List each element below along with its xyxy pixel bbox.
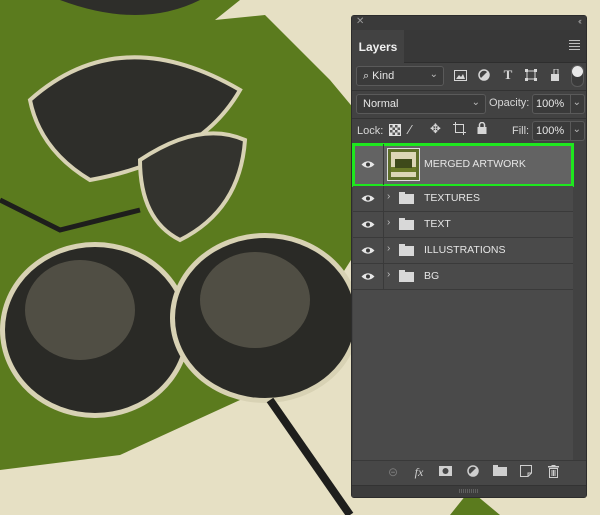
layer-name: TEXT bbox=[424, 218, 451, 230]
visibility-eye-icon[interactable] bbox=[353, 186, 384, 211]
chevron-down-icon: ⌄ bbox=[429, 69, 438, 80]
layers-panel: ✕ ‹‹ Layers ⌕ Kind ⌄ T Normal ⌄ Opacity:… bbox=[351, 15, 587, 498]
layers-scrollbar[interactable] bbox=[573, 144, 585, 462]
blend-mode-dropdown[interactable]: Normal ⌄ bbox=[356, 94, 486, 114]
visibility-eye-icon[interactable] bbox=[353, 212, 384, 237]
new-adjustment-layer-icon[interactable] bbox=[465, 465, 481, 480]
close-icon[interactable]: ✕ bbox=[356, 16, 364, 27]
folder-icon bbox=[399, 270, 414, 282]
fill-chevron-icon[interactable]: ⌄ bbox=[573, 124, 581, 135]
visibility-eye-icon[interactable] bbox=[353, 238, 384, 263]
layer-name: TEXTURES bbox=[424, 192, 481, 204]
adjustment-filter-icon[interactable] bbox=[477, 68, 491, 82]
layer-bg[interactable]: › BG bbox=[353, 264, 573, 290]
smart-object-thumbnail bbox=[387, 148, 420, 181]
expand-chevron-icon[interactable]: › bbox=[387, 191, 390, 202]
chevron-down-icon: ⌄ bbox=[471, 97, 480, 108]
layers-list: MERGED ARTWORK › TEXTURES › TEXT › ILLUS… bbox=[352, 143, 574, 290]
image-filter-icon[interactable] bbox=[453, 68, 467, 82]
panel-resize-grip[interactable] bbox=[352, 485, 586, 497]
folder-icon bbox=[399, 218, 414, 230]
tab-layers[interactable]: Layers bbox=[352, 30, 404, 63]
shape-filter-icon[interactable] bbox=[524, 68, 538, 82]
blend-mode-value: Normal bbox=[363, 98, 399, 110]
visibility-eye-icon[interactable] bbox=[353, 264, 384, 289]
fill-field[interactable]: 100% ⌄ bbox=[532, 121, 585, 141]
folder-icon bbox=[399, 244, 414, 256]
fill-value: 100% bbox=[536, 125, 565, 137]
collapse-double-chevron-icon[interactable]: ‹‹ bbox=[578, 16, 582, 26]
trash-icon[interactable] bbox=[545, 465, 561, 481]
panel-footer: ⊝ fx bbox=[352, 460, 586, 485]
opacity-label: Opacity: bbox=[489, 97, 530, 109]
lock-label: Lock: bbox=[357, 125, 384, 137]
filter-kind-value: Kind bbox=[372, 70, 395, 82]
expand-chevron-icon[interactable]: › bbox=[387, 243, 390, 254]
lock-artboard-icon[interactable] bbox=[453, 122, 466, 138]
expand-chevron-icon[interactable]: › bbox=[387, 217, 390, 228]
lock-image-pixels-icon[interactable]: ⁄ bbox=[409, 122, 411, 137]
panel-titlebar[interactable]: ✕ ‹‹ bbox=[352, 16, 586, 30]
layer-illustrations[interactable]: › ILLUSTRATIONS bbox=[353, 238, 573, 264]
opacity-value: 100% bbox=[536, 98, 565, 110]
fill-label: Fill: bbox=[512, 125, 530, 137]
layer-textures[interactable]: › TEXTURES bbox=[353, 186, 573, 212]
divider bbox=[352, 118, 586, 119]
panel-tabs: Layers bbox=[352, 30, 586, 63]
panel-menu-icon[interactable] bbox=[569, 40, 580, 52]
new-group-icon[interactable] bbox=[492, 465, 508, 479]
visibility-eye-icon[interactable] bbox=[353, 144, 384, 185]
layer-name: BG bbox=[424, 270, 440, 282]
type-filter-icon[interactable]: T bbox=[501, 67, 515, 82]
lock-position-icon[interactable]: ✥ bbox=[430, 121, 441, 137]
smart-object-filter-icon[interactable] bbox=[548, 68, 562, 82]
layer-text[interactable]: › TEXT bbox=[353, 212, 573, 238]
opacity-field[interactable]: 100% ⌄ bbox=[532, 94, 585, 114]
expand-chevron-icon[interactable]: › bbox=[387, 269, 390, 280]
add-mask-icon[interactable] bbox=[437, 465, 453, 479]
search-icon: ⌕ bbox=[363, 69, 370, 82]
filter-toggle-switch[interactable] bbox=[571, 65, 584, 87]
filter-kind-dropdown[interactable]: ⌕ Kind ⌄ bbox=[356, 66, 444, 86]
folder-icon bbox=[399, 192, 414, 204]
lock-transparent-pixels-icon[interactable] bbox=[389, 124, 401, 136]
opacity-chevron-icon[interactable]: ⌄ bbox=[573, 97, 581, 108]
new-layer-icon[interactable] bbox=[518, 465, 534, 480]
layer-name: ILLUSTRATIONS bbox=[424, 244, 506, 256]
link-layers-icon[interactable]: ⊝ bbox=[385, 465, 401, 479]
layer-name: MERGED ARTWORK bbox=[424, 158, 526, 170]
layer-merged-artwork[interactable]: MERGED ARTWORK bbox=[352, 143, 574, 187]
divider bbox=[352, 90, 586, 91]
lock-all-icon[interactable] bbox=[477, 121, 487, 137]
fx-icon[interactable]: fx bbox=[411, 465, 427, 480]
